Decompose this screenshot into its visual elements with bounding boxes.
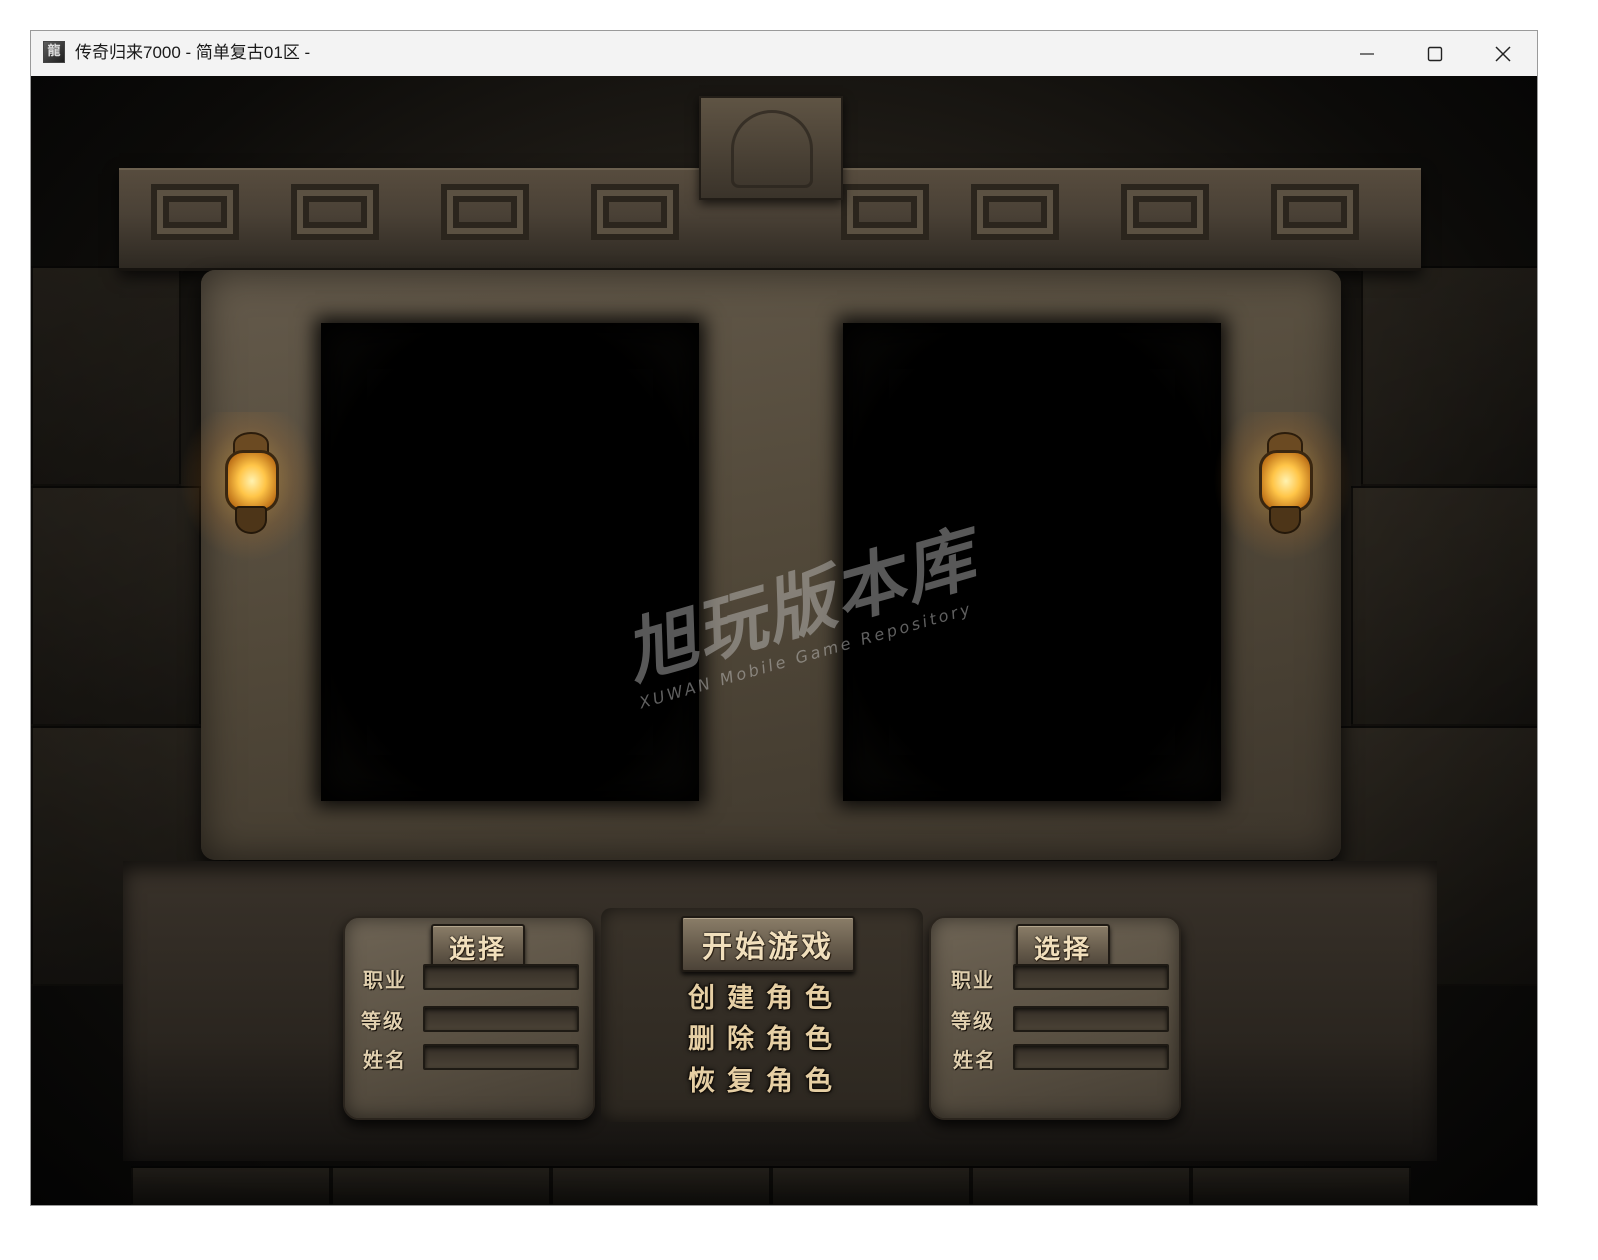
meander-ornament (971, 184, 1059, 240)
right-name-label: 姓名 (953, 1048, 997, 1072)
fleur-ornament-icon (731, 110, 813, 188)
game-window: 龍 传奇归来7000 - 简单复古01区 - 旭玩版本库 XUWAN Mobil… (30, 30, 1538, 1206)
meander-ornament (1121, 184, 1209, 240)
meander-ornament (441, 184, 529, 240)
right-class-label: 职业 (951, 968, 995, 992)
lantern-body (1259, 450, 1313, 512)
restore-character-button[interactable]: 恢复角色 (631, 1059, 901, 1098)
minimize-button[interactable] (1333, 31, 1401, 76)
create-character-button[interactable]: 创建角色 (631, 976, 901, 1015)
right-class-field (1013, 964, 1169, 990)
meander-ornament (591, 184, 679, 240)
meander-ornament (841, 184, 929, 240)
lantern-base (1269, 506, 1301, 534)
meander-ornament (1271, 184, 1359, 240)
lantern-icon (179, 412, 319, 562)
meander-ornament (291, 184, 379, 240)
game-app-icon: 龍 (43, 41, 65, 63)
minimize-icon (1360, 52, 1374, 55)
window-title: 传奇归来7000 - 简单复古01区 - (75, 43, 311, 62)
character-portrait-left[interactable] (321, 323, 699, 801)
maximize-icon (1427, 46, 1443, 61)
right-level-field (1013, 1006, 1169, 1032)
left-class-label: 职业 (363, 968, 407, 992)
character-select-scene: 旭玩版本库 XUWAN Mobile Game Repository 选择 职业… (31, 76, 1537, 1205)
lantern-icon (1213, 412, 1353, 562)
maximize-button[interactable] (1401, 31, 1469, 76)
left-level-field (423, 1006, 579, 1032)
title-bar[interactable]: 龍 传奇归来7000 - 简单复古01区 - (31, 31, 1537, 76)
right-level-label: 等级 (951, 1009, 995, 1033)
close-icon (1495, 45, 1511, 62)
left-level-label: 等级 (361, 1009, 405, 1033)
close-button[interactable] (1469, 31, 1537, 76)
left-name-label: 姓名 (363, 1048, 407, 1072)
lantern-base (235, 506, 267, 534)
meander-ornament (151, 184, 239, 240)
lantern-body (225, 450, 279, 512)
delete-character-button[interactable]: 删除角色 (631, 1017, 901, 1056)
right-name-field (1013, 1044, 1169, 1070)
left-class-field (423, 964, 579, 990)
left-name-field (423, 1044, 579, 1070)
start-game-button[interactable]: 开始游戏 (681, 916, 855, 972)
